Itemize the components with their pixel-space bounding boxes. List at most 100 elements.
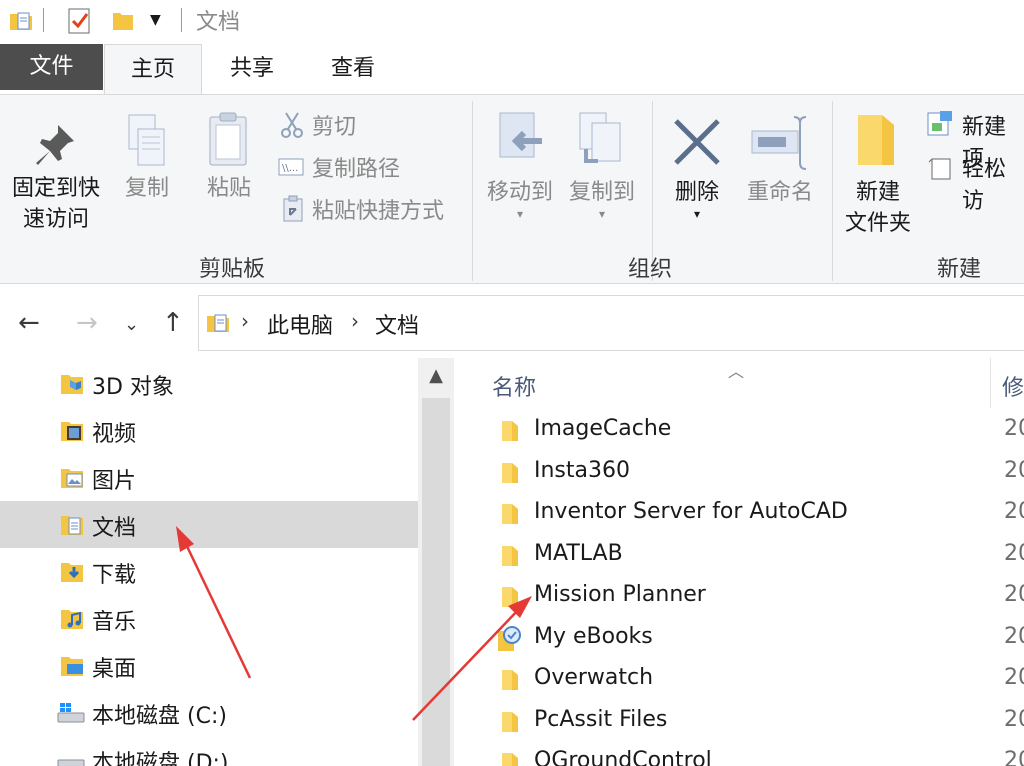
breadcrumb-chevron-icon[interactable]: › bbox=[241, 309, 249, 333]
file-row[interactable]: Overwatch 20 bbox=[454, 660, 1024, 701]
move-to-icon bbox=[480, 112, 560, 177]
folder-icon bbox=[498, 710, 520, 738]
tab-home[interactable]: 主页 bbox=[104, 44, 202, 95]
new-folder-icon bbox=[838, 115, 918, 177]
file-row[interactable]: MATLAB 20 bbox=[454, 536, 1024, 577]
delete-dropdown-icon: ▾ bbox=[693, 207, 701, 221]
nav-item-downloads[interactable]: 下载 bbox=[0, 548, 418, 595]
cut-button[interactable]: 剪切 bbox=[312, 109, 356, 141]
nav-item-pictures[interactable]: 图片 bbox=[0, 454, 418, 501]
pin-label-line2: 速访问 bbox=[22, 207, 89, 232]
breadcrumb-chevron-icon[interactable]: › bbox=[351, 309, 359, 333]
videos-icon bbox=[60, 419, 84, 447]
file-row[interactable]: Inventor Server for AutoCAD 20 bbox=[454, 494, 1024, 535]
file-row[interactable]: ImageCache 20 bbox=[454, 411, 1024, 452]
navigation-bar: ← → ⌄ ↑ › 此电脑 › 文档 bbox=[0, 291, 1024, 355]
column-header-name[interactable]: 名称 bbox=[492, 370, 536, 402]
drive-c-icon bbox=[56, 701, 86, 729]
file-row[interactable]: Insta360 20 bbox=[454, 453, 1024, 494]
group-label-new: 新建 bbox=[936, 257, 981, 282]
scroll-up-arrow-icon[interactable]: ▲ bbox=[418, 358, 454, 394]
rename-button[interactable]: 重命名 bbox=[738, 115, 822, 208]
folder-icon bbox=[498, 668, 520, 696]
copy-to-label: 复制到 bbox=[568, 180, 635, 205]
breadcrumb-documents[interactable]: 文档 bbox=[375, 308, 419, 340]
separator bbox=[181, 8, 182, 32]
folder-icon bbox=[498, 585, 520, 613]
copy-icon bbox=[112, 114, 182, 173]
rename-label: 重命名 bbox=[746, 180, 813, 205]
folder-icon bbox=[498, 461, 520, 489]
documents-icon bbox=[60, 513, 84, 541]
tab-file[interactable]: 文件 bbox=[0, 44, 103, 90]
drive-d-icon bbox=[56, 748, 86, 766]
paste-label: 粘贴 bbox=[206, 176, 251, 201]
sort-ascending-caret-icon: ︿ bbox=[728, 362, 745, 381]
breadcrumb-this-pc[interactable]: 此电脑 bbox=[267, 308, 333, 340]
nav-item-drive-c[interactable]: 本地磁盘 (C:) bbox=[0, 689, 418, 736]
folder-icon bbox=[498, 502, 520, 530]
tab-view[interactable]: 查看 bbox=[306, 44, 400, 94]
nav-item-3d-objects[interactable]: 3D 对象 bbox=[0, 360, 418, 407]
paste-shortcut-button[interactable]: 粘贴快捷方式 bbox=[312, 193, 444, 225]
tab-share[interactable]: 共享 bbox=[206, 44, 298, 94]
delete-button[interactable]: 删除 ▾ bbox=[662, 115, 732, 220]
folder-icon bbox=[498, 544, 520, 572]
copy-to-button[interactable]: 复制到 ▾ bbox=[562, 112, 642, 221]
move-to-button[interactable]: 移动到 ▾ bbox=[480, 112, 560, 221]
copy-path-icon: \\... bbox=[278, 157, 304, 181]
properties-checkmark-icon[interactable] bbox=[66, 6, 94, 40]
column-separator[interactable] bbox=[990, 358, 991, 408]
copy-to-dropdown-icon: ▾ bbox=[598, 207, 606, 221]
paste-clipboard-icon bbox=[194, 112, 264, 173]
file-list: ︿ 名称 修 ImageCache 20 Insta360 20 Invento… bbox=[454, 358, 1024, 766]
nav-item-desktop[interactable]: 桌面 bbox=[0, 642, 418, 689]
easy-access-button[interactable]: 轻松访 bbox=[962, 151, 1024, 215]
copy-to-icon bbox=[562, 112, 642, 177]
paste-shortcut-icon bbox=[282, 195, 304, 227]
pin-icon bbox=[4, 115, 108, 173]
ribbon: 固定到快 速访问 复制 粘贴 剪切 \\... 复制路径 粘贴快捷方式 剪贴板 … bbox=[0, 94, 1024, 284]
copy-path-button[interactable]: 复制路径 bbox=[312, 151, 400, 183]
folder-icon bbox=[498, 419, 520, 447]
up-arrow-icon[interactable]: ↑ bbox=[162, 309, 184, 337]
group-label-clipboard: 剪贴板 bbox=[198, 257, 265, 282]
new-folder-button[interactable]: 新建 文件夹 bbox=[838, 115, 918, 239]
move-to-dropdown-icon: ▾ bbox=[516, 207, 524, 221]
file-row[interactable]: My eBooks 20 bbox=[454, 619, 1024, 660]
new-folder-qa-icon[interactable] bbox=[110, 8, 136, 38]
address-bar[interactable]: › 此电脑 › 文档 bbox=[198, 295, 1024, 351]
file-row[interactable]: PcAssit Files 20 bbox=[454, 702, 1024, 743]
3d-objects-icon bbox=[60, 372, 84, 400]
nav-item-music[interactable]: 音乐 bbox=[0, 595, 418, 642]
back-arrow-icon[interactable]: ← bbox=[18, 309, 40, 337]
new-folder-label-line2: 文件夹 bbox=[844, 211, 911, 236]
column-header-modified[interactable]: 修 bbox=[1002, 370, 1024, 402]
forward-arrow-icon[interactable]: → bbox=[76, 309, 98, 337]
new-folder-label-line1: 新建 bbox=[855, 180, 900, 205]
move-to-label: 移动到 bbox=[486, 180, 553, 205]
ribbon-tabs: 文件 主页 共享 查看 bbox=[0, 44, 1024, 95]
downloads-icon bbox=[60, 560, 84, 588]
paste-button[interactable]: 粘贴 bbox=[194, 112, 264, 204]
svg-text:\\...: \\... bbox=[282, 163, 298, 174]
file-row[interactable]: Mission Planner 20 bbox=[454, 577, 1024, 618]
folder-doc-icon[interactable] bbox=[8, 8, 34, 38]
pin-to-quick-access-button[interactable]: 固定到快 速访问 bbox=[4, 115, 108, 235]
navigation-pane-scrollbar[interactable]: ▲ bbox=[418, 358, 454, 766]
desktop-icon bbox=[60, 654, 84, 682]
scrollbar-thumb[interactable] bbox=[422, 398, 450, 766]
title-bar: ▼ 文档 bbox=[0, 0, 1024, 44]
file-row[interactable]: QGroundControl 20 bbox=[454, 743, 1024, 766]
nav-item-drive-d[interactable]: 本地磁盘 (D:) bbox=[0, 736, 418, 766]
easy-access-icon bbox=[928, 153, 952, 185]
nav-item-videos[interactable]: 视频 bbox=[0, 407, 418, 454]
copy-button[interactable]: 复制 bbox=[112, 114, 182, 204]
recent-locations-chevron-icon[interactable]: ⌄ bbox=[124, 311, 139, 339]
nav-item-documents[interactable]: 文档 bbox=[0, 501, 418, 548]
separator bbox=[43, 8, 44, 32]
rename-icon bbox=[738, 115, 822, 177]
folder-icon bbox=[498, 751, 520, 766]
customize-dropdown-icon[interactable]: ▼ bbox=[150, 12, 161, 28]
pictures-icon bbox=[60, 466, 84, 494]
